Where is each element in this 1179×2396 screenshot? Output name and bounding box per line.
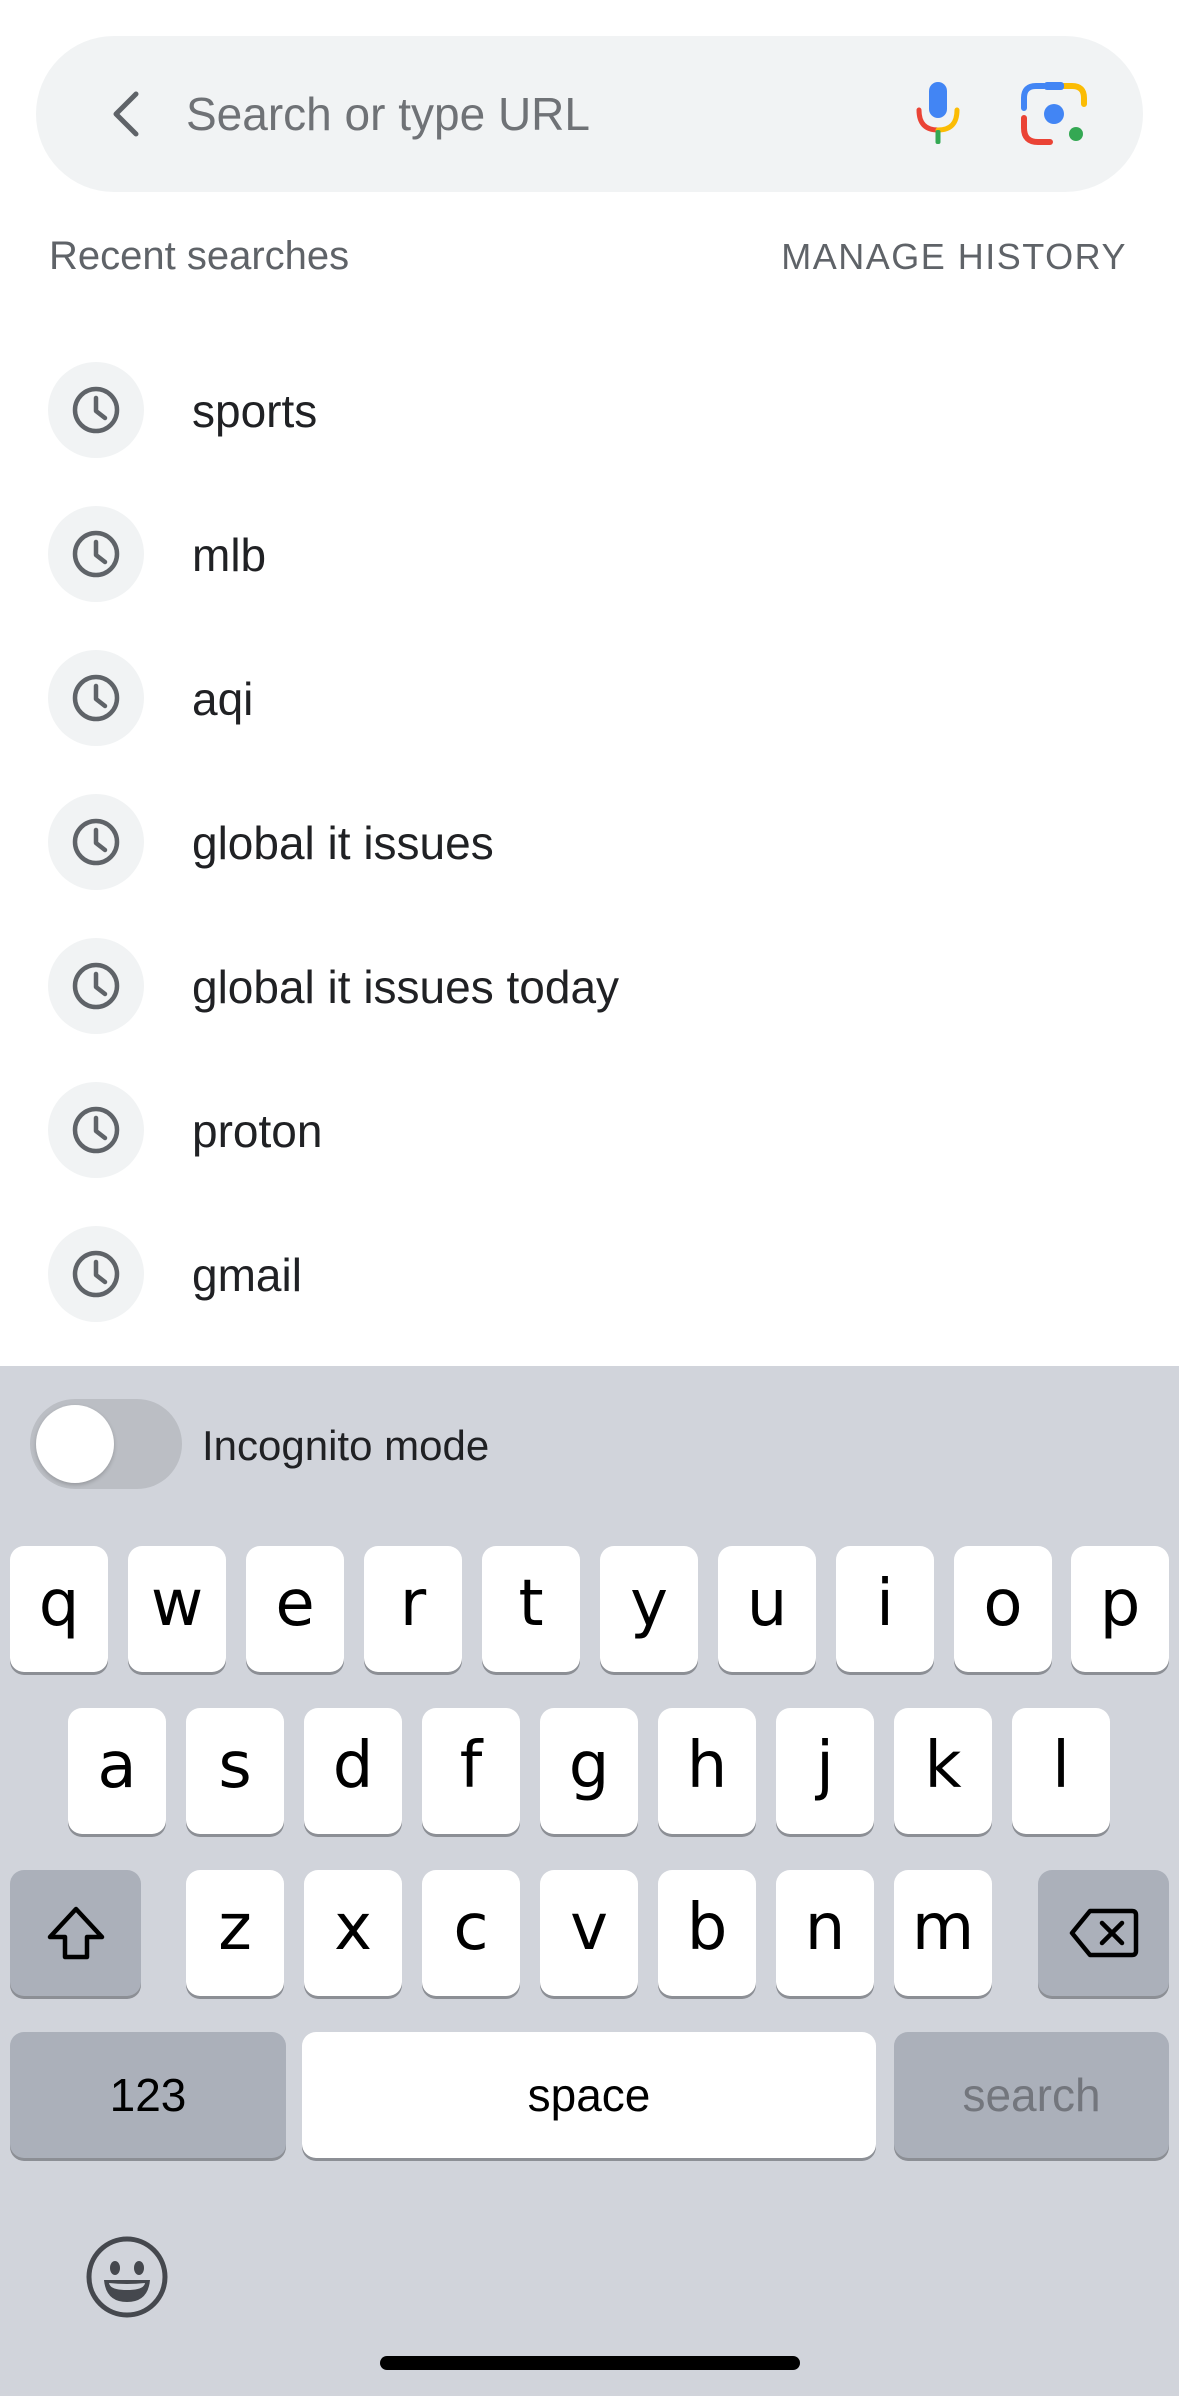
search-input[interactable] — [186, 74, 886, 154]
clock-icon — [72, 1250, 120, 1298]
history-icon-badge — [48, 794, 144, 890]
clock-icon — [72, 818, 120, 866]
key-r[interactable]: r — [364, 1546, 462, 1672]
clock-icon — [72, 1106, 120, 1154]
key-e[interactable]: e — [246, 1546, 344, 1672]
history-item-text: gmail — [192, 1249, 302, 1301]
key-s[interactable]: s — [186, 1708, 284, 1834]
key-i[interactable]: i — [836, 1546, 934, 1672]
history-icon-badge — [48, 650, 144, 746]
history-item-text: proton — [192, 1105, 323, 1157]
key-m[interactable]: m — [894, 1870, 992, 1996]
list-item[interactable]: aqi — [0, 650, 1179, 794]
key-d[interactable]: d — [304, 1708, 402, 1834]
key-f[interactable]: f — [422, 1708, 520, 1834]
history-icon-badge — [48, 506, 144, 602]
key-o[interactable]: o — [954, 1546, 1052, 1672]
incognito-label: Incognito mode — [202, 1422, 490, 1469]
recent-search-list: sports mlb aqi global it issues global i… — [0, 362, 1179, 1370]
clock-icon — [72, 386, 120, 434]
key-w[interactable]: w — [128, 1546, 226, 1672]
key-x[interactable]: x — [304, 1870, 402, 1996]
backspace-key[interactable] — [1038, 1870, 1169, 1996]
toggle-knob — [36, 1405, 114, 1483]
incognito-toggle[interactable] — [30, 1399, 182, 1489]
key-l[interactable]: l — [1012, 1708, 1110, 1834]
home-indicator — [380, 2356, 800, 2370]
history-icon-badge — [48, 938, 144, 1034]
google-lens-icon[interactable] — [1014, 74, 1094, 154]
key-g[interactable]: g — [540, 1708, 638, 1834]
clock-icon — [72, 962, 120, 1010]
recent-searches-heading: Recent searches — [49, 234, 350, 278]
key-p[interactable]: p — [1071, 1546, 1169, 1672]
history-item-text: aqi — [192, 673, 254, 725]
list-item[interactable]: sports — [0, 362, 1179, 506]
key-h[interactable]: h — [658, 1708, 756, 1834]
key-j[interactable]: j — [776, 1708, 874, 1834]
omnibox[interactable] — [36, 36, 1143, 192]
key-t[interactable]: t — [482, 1546, 580, 1672]
search-key[interactable]: search — [894, 2032, 1169, 2158]
list-item[interactable]: gmail — [0, 1226, 1179, 1370]
space-key[interactable]: space — [302, 2032, 876, 2158]
clock-icon — [72, 674, 120, 722]
list-item[interactable]: proton — [0, 1082, 1179, 1226]
list-item[interactable]: global it issues today — [0, 938, 1179, 1082]
history-icon-badge — [48, 1226, 144, 1322]
history-icon-badge — [48, 362, 144, 458]
key-k[interactable]: k — [894, 1708, 992, 1834]
on-screen-keyboard: Incognito mode q w e r t y u i o p a s d… — [0, 1366, 1179, 2396]
key-c[interactable]: c — [422, 1870, 520, 1996]
emoji-face-icon[interactable] — [84, 2234, 170, 2320]
chevron-left-icon[interactable] — [88, 74, 168, 154]
key-n[interactable]: n — [776, 1870, 874, 1996]
list-item[interactable]: global it issues — [0, 794, 1179, 938]
key-q[interactable]: q — [10, 1546, 108, 1672]
history-item-text: mlb — [192, 529, 267, 581]
key-u[interactable]: u — [718, 1546, 816, 1672]
manage-history-button[interactable]: MANAGE HISTORY — [781, 236, 1127, 278]
history-icon-badge — [48, 1082, 144, 1178]
key-b[interactable]: b — [658, 1870, 756, 1996]
key-v[interactable]: v — [540, 1870, 638, 1996]
shift-arrow-icon — [47, 1906, 104, 1960]
microphone-icon[interactable] — [898, 74, 978, 154]
history-item-text: sports — [192, 385, 318, 437]
key-z[interactable]: z — [186, 1870, 284, 1996]
shift-key[interactable] — [10, 1870, 141, 1996]
numbers-key[interactable]: 123 — [10, 2032, 286, 2158]
history-item-text: global it issues — [192, 817, 494, 869]
clock-icon — [72, 530, 120, 578]
backspace-icon — [1069, 1908, 1138, 1958]
key-a[interactable]: a — [68, 1708, 166, 1834]
list-item[interactable]: mlb — [0, 506, 1179, 650]
key-y[interactable]: y — [600, 1546, 698, 1672]
history-item-text: global it issues today — [192, 961, 620, 1013]
